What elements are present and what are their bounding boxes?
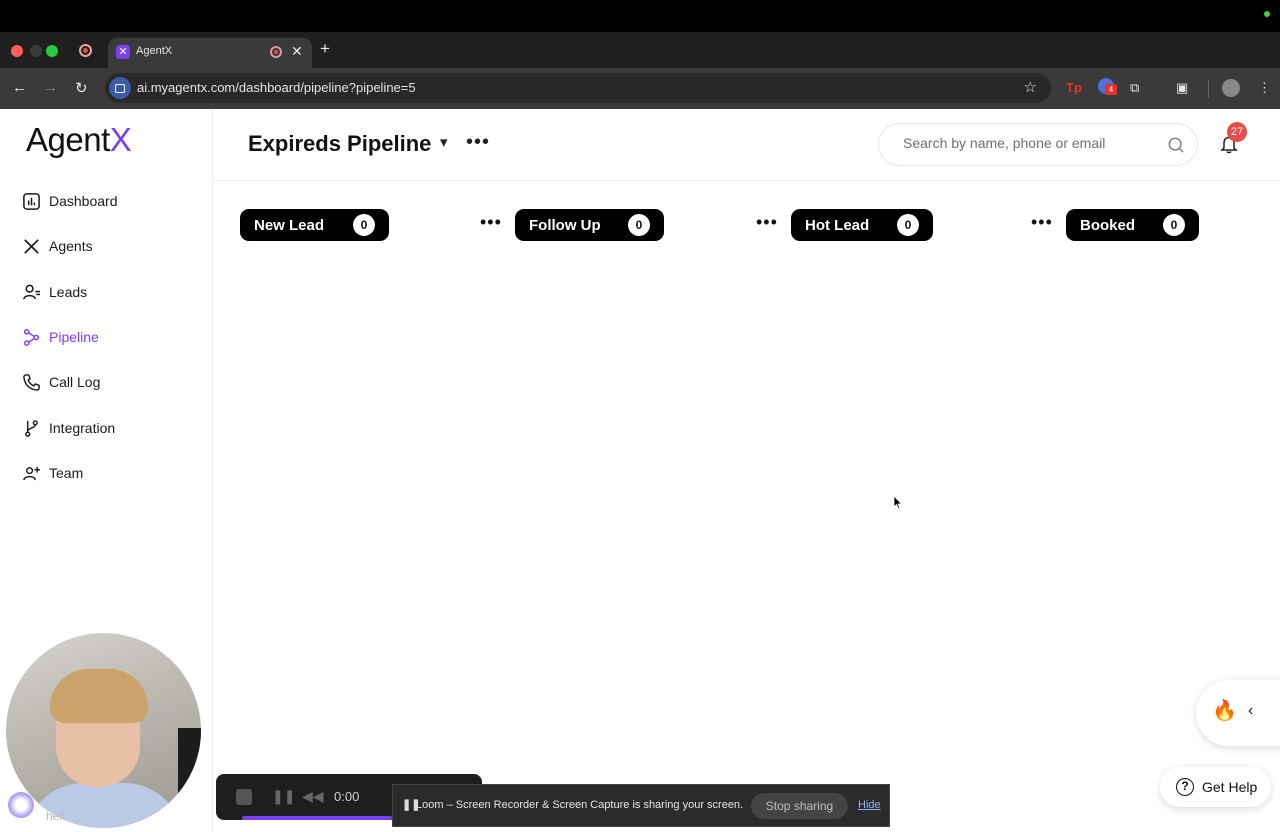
logo-text: Agent [26,121,110,158]
sidebar-item-label: Integration [49,420,116,436]
tab-recording-icon [270,46,282,58]
page-title: Expireds Pipeline [248,131,432,156]
sidebar-item-integration[interactable]: Integration [22,416,115,440]
sidebar-item-agents[interactable]: Agents [22,234,93,258]
stage-more-options-icon[interactable]: ••• [480,212,502,233]
stage-count-badge: 0 [1163,214,1185,236]
stage-name: Follow Up [529,216,601,234]
sidebar-item-label: Team [49,465,84,481]
sidebar-item-leads[interactable]: Leads [22,280,87,304]
sidebar-item-label: Agents [49,238,93,254]
extensions-puzzle-icon[interactable]: ⧉ [1130,80,1139,96]
flame-icon: 🔥 [1212,700,1237,722]
search-box[interactable] [878,123,1198,166]
logo-accent: X [109,121,132,158]
sidebar-item-dashboard[interactable]: Dashboard [22,189,118,213]
webcam-caption: hell [46,809,65,823]
browser-menu-icon[interactable]: ⋮ [1258,80,1271,96]
stop-recording-button[interactable] [236,789,252,805]
sidebar-item-label: Leads [49,284,88,300]
screen-share-banner: ❚❚ Loom – Screen Recorder & Screen Captu… [392,784,890,827]
notification-badge: 27 [1227,122,1247,142]
browser-tab-active[interactable]: ✕ AgentX ✕ [108,38,312,68]
loom-logo-icon[interactable] [8,792,34,818]
minimize-window-button[interactable] [30,45,42,57]
os-menu-bar [0,0,1280,32]
maximize-window-button[interactable] [46,45,58,57]
agents-icon [22,237,41,256]
address-bar[interactable]: ai.myagentx.com/dashboard/pipeline?pipel… [105,73,1051,103]
sidebar-item-label: Dashboard [49,193,118,209]
recording-indicator-icon [79,44,92,57]
pipeline-more-options-icon[interactable]: ••• [466,131,490,154]
sidebar-item-pipeline[interactable]: Pipeline [22,325,99,349]
pipeline-icon [22,328,41,347]
stage-booked[interactable]: Booked 0 [1066,209,1199,241]
pipeline-dropdown-chevron-icon[interactable]: ▾ [440,133,448,151]
recording-progress-bar [242,816,392,820]
hide-banner-link[interactable]: Hide [858,799,881,811]
stage-hot-lead[interactable]: Hot Lead 0 [791,209,933,241]
back-button[interactable]: ← [12,79,27,96]
browser-tabstrip: ✕ AgentX ✕ + [0,32,1280,68]
sidebar-item-call-log[interactable]: Call Log [22,370,100,394]
sidebar-item-label: Call Log [49,374,101,390]
webcam-background-door [178,728,201,828]
url-text[interactable]: ai.myagentx.com/dashboard/pipeline?pipel… [137,80,416,95]
branch-icon [22,419,41,438]
mouse-cursor-icon [893,495,903,509]
pause-icon[interactable]: ❚❚ [272,788,295,805]
stage-new-lead[interactable]: New Lead 0 [240,209,389,241]
extension-badge-icon[interactable]: 4 [1098,78,1117,95]
header-divider [213,180,1280,181]
stage-count-badge: 0 [897,214,919,236]
stage-name: Hot Lead [805,216,870,234]
stage-more-options-icon[interactable]: ••• [1031,212,1053,233]
search-icon[interactable] [1167,136,1185,154]
bookmark-star-icon[interactable]: ☆ [1024,78,1037,96]
browser-toolbar: ← → ↻ ai.myagentx.com/dashboard/pipeline… [0,68,1280,109]
help-icon: ? [1176,778,1194,796]
side-panel-icon[interactable]: ▣ [1176,80,1188,96]
agentx-logo[interactable]: AgentX [26,121,132,159]
stage-follow-up[interactable]: Follow Up 0 [515,209,664,241]
team-icon [22,464,41,483]
chevron-left-icon[interactable]: ‹ [1248,702,1253,720]
stop-sharing-button[interactable]: Stop sharing [751,793,848,819]
webcam-person-hair [50,669,148,723]
forward-button[interactable]: → [43,79,58,96]
share-message: Loom – Screen Recorder & Screen Capture … [416,799,744,811]
profile-avatar[interactable] [1222,79,1240,97]
stage-name: Booked [1080,216,1136,234]
phone-icon [22,373,41,392]
sidebar-item-label: Pipeline [49,329,99,345]
tab-close-icon[interactable]: ✕ [291,43,303,60]
new-tab-button[interactable]: + [320,39,330,59]
recording-timer: 0:00 [334,789,360,804]
sidebar-item-team[interactable]: Team [22,461,83,485]
floating-widget[interactable]: 🔥 ‹ [1196,680,1280,746]
close-window-button[interactable] [11,45,23,57]
dashboard-icon [22,192,41,211]
rewind-icon[interactable]: ◀◀ [302,788,324,805]
stage-count-badge: 0 [353,214,375,236]
reload-button[interactable]: ↻ [75,79,88,97]
webcam-bubble[interactable] [6,633,201,828]
status-dot-icon [1264,11,1270,17]
tab-title: AgentX [136,45,173,57]
site-info-icon[interactable] [109,77,131,99]
search-input[interactable] [903,135,1153,151]
agentx-favicon-icon: ✕ [116,45,130,59]
stage-count-badge: 0 [628,214,650,236]
leads-icon [22,283,41,302]
extension-badge-count: 4 [1105,84,1117,95]
get-help-label: Get Help [1202,779,1258,795]
toolbar-divider [1208,80,1209,98]
get-help-button[interactable]: ? Get Help [1160,767,1271,807]
stage-more-options-icon[interactable]: ••• [756,212,778,233]
extension-tp-icon[interactable]: Tp [1066,80,1082,95]
stage-name: New Lead [254,216,325,234]
